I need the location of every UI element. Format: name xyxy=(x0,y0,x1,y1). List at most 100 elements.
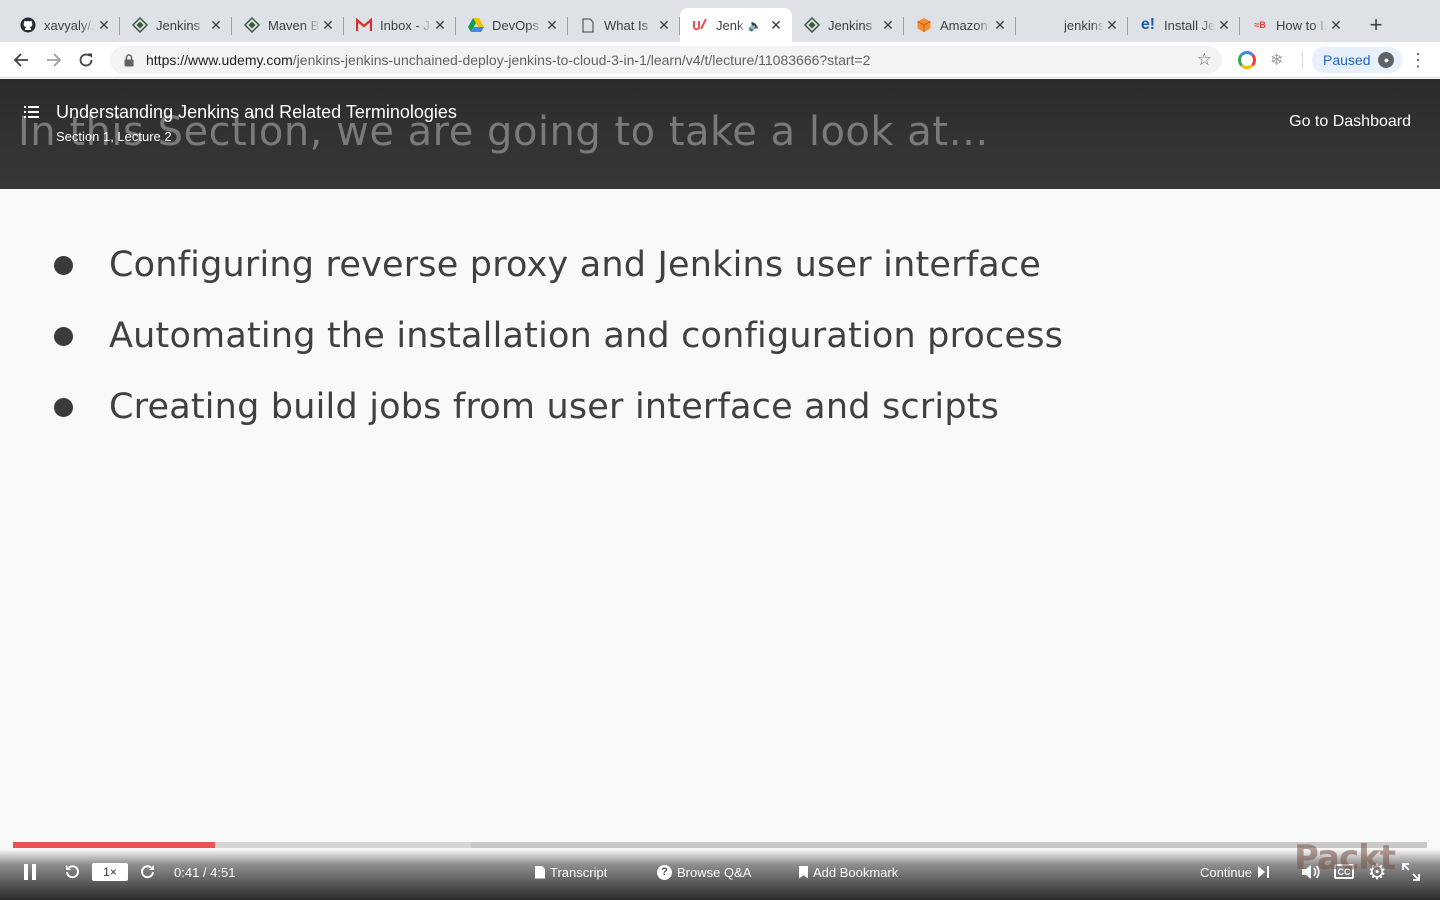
tab-title: Jenk xyxy=(716,17,744,33)
continue-button[interactable]: Continue xyxy=(1200,863,1270,881)
bullet-dot xyxy=(54,255,73,275)
tab-11[interactable]: ≈B How to I... ✕ xyxy=(1240,8,1352,42)
bookmark-star-icon[interactable]: ☆ xyxy=(1197,50,1212,70)
add-bookmark-button[interactable]: Add Bookmark xyxy=(799,863,898,881)
tab-title: Jenkins xyxy=(828,17,873,33)
tab-title: xavyaly/... xyxy=(44,17,96,33)
close-tab-icon[interactable]: ✕ xyxy=(1104,17,1120,33)
avatar: ● xyxy=(1378,52,1395,68)
question-icon: ? xyxy=(657,864,672,880)
browse-qa-button[interactable]: ? Browse Q&A xyxy=(657,863,751,881)
tab-title: Amazon xyxy=(940,17,988,33)
bullet-dot xyxy=(54,326,73,346)
time-display: 0:41 / 4:51 xyxy=(174,864,236,880)
close-tab-icon[interactable]: ✕ xyxy=(992,17,1008,33)
address-bar[interactable]: https://www.udemy.com/jenkins-jenkins-un… xyxy=(110,46,1222,74)
tab-title: What Is xyxy=(604,17,649,33)
lecture-subtitle: Section 1, Lecture 2 xyxy=(56,129,172,144)
tab-title: Maven B... xyxy=(268,17,320,33)
profile-label: Paused xyxy=(1323,52,1371,68)
player-controls: 1× 0:41 / 4:51 Transcript ? Browse Q&A A… xyxy=(0,849,1440,900)
tab-0[interactable]: xavyaly/... ✕ xyxy=(8,8,120,42)
jenkins-diamond-icon xyxy=(804,17,820,33)
lecture-title: Understanding Jenkins and Related Termin… xyxy=(56,102,457,122)
close-tab-icon[interactable]: ✕ xyxy=(768,17,784,33)
close-tab-icon[interactable]: ✕ xyxy=(544,17,560,33)
played-bar xyxy=(13,842,216,848)
close-tab-icon[interactable]: ✕ xyxy=(880,17,896,33)
close-tab-icon[interactable]: ✕ xyxy=(320,17,336,33)
tab-8[interactable]: Amazon ✕ xyxy=(904,8,1016,42)
tab-3[interactable]: Inbox - J... ✕ xyxy=(344,8,456,42)
forward-icon[interactable] xyxy=(138,862,158,882)
slide-bullet: Creating build jobs from user interface … xyxy=(54,382,999,432)
close-tab-icon[interactable]: ✕ xyxy=(656,17,672,33)
brand-icon: ≈B xyxy=(1254,20,1266,30)
browser-toolbar: https://www.udemy.com/jenkins-jenkins-un… xyxy=(0,42,1440,78)
go-to-dashboard-link[interactable]: Go to Dashboard xyxy=(1289,113,1411,131)
url-host: https://www.udemy.com xyxy=(146,52,293,68)
browser-menu-icon[interactable]: ⋮ xyxy=(1409,48,1427,72)
tab-7[interactable]: Jenkins ✕ xyxy=(792,8,904,42)
tab-9[interactable]: jenkins-... ✕ xyxy=(1016,8,1128,42)
udemy-icon xyxy=(692,17,708,33)
e-icon: e! xyxy=(1140,16,1156,33)
tab-title: Jenkins xyxy=(156,17,201,33)
aws-cube-icon xyxy=(916,17,932,33)
bullet-text: Configuring reverse proxy and Jenkins us… xyxy=(109,245,1042,285)
url-text: https://www.udemy.com/jenkins-jenkins-un… xyxy=(146,52,870,68)
tab-title: Install Je... xyxy=(1164,17,1216,33)
lecture-header: In this Section, we are going to take a … xyxy=(0,79,1440,189)
continue-label: Continue xyxy=(1200,864,1253,880)
gmail-icon xyxy=(356,17,372,33)
transcript-icon xyxy=(535,865,545,879)
forward-button[interactable] xyxy=(42,48,66,72)
close-tab-icon[interactable]: ✕ xyxy=(432,17,448,33)
tab-4[interactable]: DevOps ✕ xyxy=(456,8,568,42)
skip-next-icon xyxy=(1258,866,1266,878)
close-tab-icon[interactable]: ✕ xyxy=(1328,17,1344,33)
progress-bar[interactable] xyxy=(13,842,1427,848)
snowflake-extension-icon[interactable]: ❄ xyxy=(1270,50,1283,70)
tab-6-active[interactable]: Jenk 🔈 ✕ xyxy=(680,8,792,42)
transcript-label: Transcript xyxy=(550,864,608,880)
speaker-icon[interactable]: 🔈 xyxy=(748,19,762,32)
lock-icon[interactable] xyxy=(122,53,136,67)
bullet-text: Automating the installation and configur… xyxy=(109,316,1064,356)
new-tab-button[interactable]: + xyxy=(1364,12,1388,37)
tab-title: jenkins-... xyxy=(1064,17,1104,33)
close-tab-icon[interactable]: ✕ xyxy=(208,17,224,33)
bullet-text: Creating build jobs from user interface … xyxy=(109,387,1000,427)
chrome-extension-icon[interactable] xyxy=(1238,51,1256,69)
slide-bullet: Configuring reverse proxy and Jenkins us… xyxy=(54,240,1041,290)
playback-speed-button[interactable]: 1× xyxy=(92,863,128,881)
profile-paused-button[interactable]: Paused ● xyxy=(1312,47,1403,73)
curriculum-menu-icon[interactable] xyxy=(24,105,40,119)
packt-watermark-logo: Packt xyxy=(1294,838,1396,878)
google-drive-icon xyxy=(468,17,484,33)
reload-button[interactable] xyxy=(74,48,98,72)
close-tab-icon[interactable]: ✕ xyxy=(1216,17,1232,33)
blank-icon xyxy=(1028,17,1044,33)
video-slide[interactable]: Configuring reverse proxy and Jenkins us… xyxy=(0,189,1440,839)
tab-title: Inbox - J... xyxy=(380,17,432,33)
back-button[interactable] xyxy=(9,48,33,72)
fullscreen-icon[interactable] xyxy=(1400,861,1422,883)
tab-10[interactable]: e! Install Je... ✕ xyxy=(1128,8,1240,42)
qa-label: Browse Q&A xyxy=(677,864,752,880)
rewind-icon[interactable] xyxy=(62,862,82,882)
bookmark-label: Add Bookmark xyxy=(813,864,899,880)
tab-1[interactable]: Jenkins ✕ xyxy=(120,8,232,42)
jenkins-diamond-icon xyxy=(244,17,260,33)
tab-5[interactable]: What Is ✕ xyxy=(568,8,680,42)
document-icon xyxy=(580,17,596,33)
github-icon xyxy=(20,17,36,33)
transcript-button[interactable]: Transcript xyxy=(535,863,607,881)
tab-title: How to I... xyxy=(1276,17,1328,33)
bookmark-icon xyxy=(799,865,808,879)
pause-icon[interactable] xyxy=(22,863,38,881)
url-path: /jenkins-jenkins-unchained-deploy-jenkin… xyxy=(292,52,871,68)
close-tab-icon[interactable]: ✕ xyxy=(96,17,112,33)
browser-tab-strip: xavyaly/... ✕ Jenkins ✕ Maven B... ✕ Inb… xyxy=(0,0,1440,42)
tab-2[interactable]: Maven B... ✕ xyxy=(232,8,344,42)
